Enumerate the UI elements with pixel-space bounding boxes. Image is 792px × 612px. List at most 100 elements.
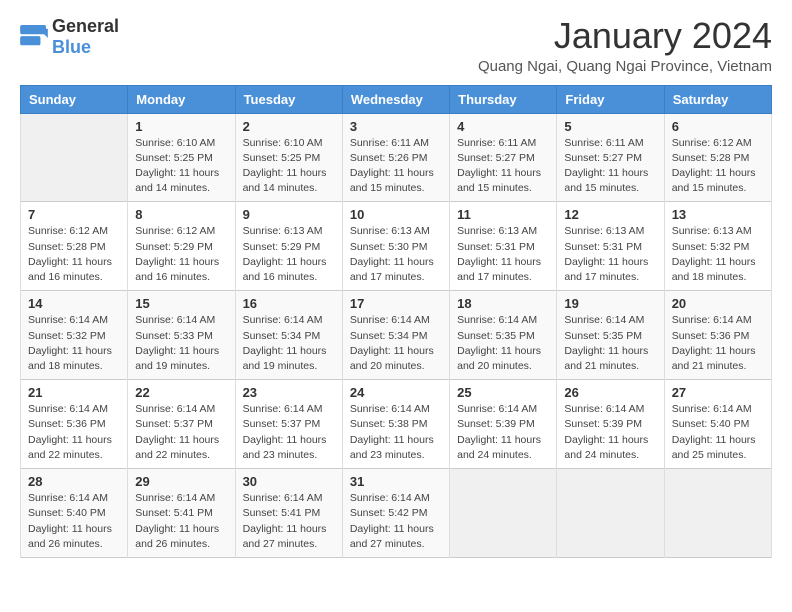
day-number: 29 [135, 474, 227, 489]
day-number: 10 [350, 207, 442, 222]
day-detail: Sunrise: 6:14 AMSunset: 5:34 PMDaylight:… [243, 313, 335, 374]
logo-general: General [52, 16, 119, 36]
day-number: 28 [28, 474, 120, 489]
day-detail: Sunrise: 6:14 AMSunset: 5:36 PMDaylight:… [672, 313, 764, 374]
week-row-5: 28Sunrise: 6:14 AMSunset: 5:40 PMDayligh… [21, 469, 772, 558]
calendar-cell: 8Sunrise: 6:12 AMSunset: 5:29 PMDaylight… [128, 202, 235, 291]
calendar-cell: 15 Sunrise: 6:14 AMSunset: 5:33 PMDayligh… [128, 291, 235, 380]
day-detail: Sunrise: 6:14 AMSunset: 5:35 PMDaylight:… [564, 313, 656, 374]
calendar-cell: 20 Sunrise: 6:14 AMSunset: 5:36 PMDayligh… [664, 291, 771, 380]
day-number: 23 [243, 385, 335, 400]
calendar-cell: 10 Sunrise: 6:13 AMSunset: 5:30 PMDayligh… [342, 202, 449, 291]
days-header-row: SundayMondayTuesdayWednesdayThursdayFrid… [21, 85, 772, 113]
day-detail: Sunrise: 6:13 AMSunset: 5:30 PMDaylight:… [350, 224, 442, 285]
day-number: 9 [243, 207, 335, 222]
calendar-cell: 2Sunrise: 6:10 AMSunset: 5:25 PMDaylight… [235, 113, 342, 202]
day-detail: Sunrise: 6:14 AMSunset: 5:34 PMDaylight:… [350, 313, 442, 374]
calendar-cell: 31 Sunrise: 6:14 AMSunset: 5:42 PMDayligh… [342, 469, 449, 558]
calendar-cell: 21 Sunrise: 6:14 AMSunset: 5:36 PMDayligh… [21, 380, 128, 469]
day-header-wednesday: Wednesday [342, 85, 449, 113]
day-number: 15 [135, 296, 227, 311]
calendar-table: SundayMondayTuesdayWednesdayThursdayFrid… [20, 85, 772, 558]
day-detail: Sunrise: 6:14 AMSunset: 5:41 PMDaylight:… [135, 491, 227, 552]
day-number: 11 [457, 207, 549, 222]
day-detail: Sunrise: 6:13 AMSunset: 5:31 PMDaylight:… [457, 224, 549, 285]
day-detail: Sunrise: 6:14 AMSunset: 5:37 PMDaylight:… [135, 402, 227, 463]
day-number: 30 [243, 474, 335, 489]
calendar-cell: 29 Sunrise: 6:14 AMSunset: 5:41 PMDayligh… [128, 469, 235, 558]
day-detail: Sunrise: 6:14 AMSunset: 5:35 PMDaylight:… [457, 313, 549, 374]
day-number: 7 [28, 207, 120, 222]
calendar-cell [557, 469, 664, 558]
calendar-cell: 19 Sunrise: 6:14 AMSunset: 5:35 PMDayligh… [557, 291, 664, 380]
day-number: 4 [457, 119, 549, 134]
day-header-friday: Friday [557, 85, 664, 113]
day-detail: Sunrise: 6:13 AMSunset: 5:29 PMDaylight:… [243, 224, 335, 285]
calendar-cell: 7 Sunrise: 6:12 AMSunset: 5:28 PMDaylight… [21, 202, 128, 291]
calendar-cell: 1Sunrise: 6:10 AMSunset: 5:25 PMDaylight… [128, 113, 235, 202]
day-number: 5 [564, 119, 656, 134]
day-detail: Sunrise: 6:14 AMSunset: 5:40 PMDaylight:… [672, 402, 764, 463]
calendar-cell [664, 469, 771, 558]
day-detail: Sunrise: 6:14 AMSunset: 5:33 PMDaylight:… [135, 313, 227, 374]
calendar-cell: 28Sunrise: 6:14 AMSunset: 5:40 PMDayligh… [21, 469, 128, 558]
day-detail: Sunrise: 6:14 AMSunset: 5:39 PMDaylight:… [564, 402, 656, 463]
day-detail: Sunrise: 6:14 AMSunset: 5:42 PMDaylight:… [350, 491, 442, 552]
day-number: 31 [350, 474, 442, 489]
calendar-cell: 24 Sunrise: 6:14 AMSunset: 5:38 PMDayligh… [342, 380, 449, 469]
day-detail: Sunrise: 6:14 AMSunset: 5:36 PMDaylight:… [28, 402, 120, 463]
day-detail: Sunrise: 6:11 AMSunset: 5:26 PMDaylight:… [350, 136, 442, 197]
calendar-cell: 26 Sunrise: 6:14 AMSunset: 5:39 PMDayligh… [557, 380, 664, 469]
day-detail: Sunrise: 6:14 AMSunset: 5:32 PMDaylight:… [28, 313, 120, 374]
day-number: 16 [243, 296, 335, 311]
day-detail: Sunrise: 6:14 AMSunset: 5:37 PMDaylight:… [243, 402, 335, 463]
day-header-thursday: Thursday [450, 85, 557, 113]
day-number: 24 [350, 385, 442, 400]
calendar-cell: 30 Sunrise: 6:14 AMSunset: 5:41 PMDayligh… [235, 469, 342, 558]
day-number: 26 [564, 385, 656, 400]
logo-blue: Blue [52, 37, 91, 57]
calendar-cell: 5Sunrise: 6:11 AMSunset: 5:27 PMDaylight… [557, 113, 664, 202]
day-header-saturday: Saturday [664, 85, 771, 113]
calendar-cell: 6Sunrise: 6:12 AMSunset: 5:28 PMDaylight… [664, 113, 771, 202]
month-title: January 2024 [478, 16, 772, 56]
logo-icon [20, 25, 48, 49]
week-row-1: 1Sunrise: 6:10 AMSunset: 5:25 PMDaylight… [21, 113, 772, 202]
calendar-cell: 4 Sunrise: 6:11 AMSunset: 5:27 PMDaylight… [450, 113, 557, 202]
day-number: 13 [672, 207, 764, 222]
day-number: 6 [672, 119, 764, 134]
day-number: 14 [28, 296, 120, 311]
day-number: 21 [28, 385, 120, 400]
day-header-monday: Monday [128, 85, 235, 113]
day-detail: Sunrise: 6:12 AMSunset: 5:29 PMDaylight:… [135, 224, 227, 285]
day-number: 17 [350, 296, 442, 311]
day-number: 27 [672, 385, 764, 400]
day-detail: Sunrise: 6:14 AMSunset: 5:41 PMDaylight:… [243, 491, 335, 552]
week-row-3: 14 Sunrise: 6:14 AMSunset: 5:32 PMDayligh… [21, 291, 772, 380]
calendar-cell: 14 Sunrise: 6:14 AMSunset: 5:32 PMDayligh… [21, 291, 128, 380]
day-number: 20 [672, 296, 764, 311]
title-section: January 2024 Quang Ngai, Quang Ngai Prov… [478, 16, 772, 75]
calendar-cell: 12Sunrise: 6:13 AMSunset: 5:31 PMDayligh… [557, 202, 664, 291]
calendar-cell: 18 Sunrise: 6:14 AMSunset: 5:35 PMDayligh… [450, 291, 557, 380]
calendar-cell: 22 Sunrise: 6:14 AMSunset: 5:37 PMDayligh… [128, 380, 235, 469]
calendar-cell: 23 Sunrise: 6:14 AMSunset: 5:37 PMDayligh… [235, 380, 342, 469]
day-detail: Sunrise: 6:12 AMSunset: 5:28 PMDaylight:… [28, 224, 120, 285]
day-detail: Sunrise: 6:10 AMSunset: 5:25 PMDaylight:… [243, 136, 335, 197]
day-number: 19 [564, 296, 656, 311]
day-number: 18 [457, 296, 549, 311]
day-number: 22 [135, 385, 227, 400]
day-detail: Sunrise: 6:13 AMSunset: 5:32 PMDaylight:… [672, 224, 764, 285]
calendar-cell: 27 Sunrise: 6:14 AMSunset: 5:40 PMDayligh… [664, 380, 771, 469]
calendar-cell [450, 469, 557, 558]
day-detail: Sunrise: 6:13 AMSunset: 5:31 PMDaylight:… [564, 224, 656, 285]
calendar-cell [21, 113, 128, 202]
day-detail: Sunrise: 6:11 AMSunset: 5:27 PMDaylight:… [457, 136, 549, 197]
day-detail: Sunrise: 6:14 AMSunset: 5:38 PMDaylight:… [350, 402, 442, 463]
day-detail: Sunrise: 6:14 AMSunset: 5:39 PMDaylight:… [457, 402, 549, 463]
calendar-cell: 13 Sunrise: 6:13 AMSunset: 5:32 PMDayligh… [664, 202, 771, 291]
calendar-cell: 25 Sunrise: 6:14 AMSunset: 5:39 PMDayligh… [450, 380, 557, 469]
day-number: 3 [350, 119, 442, 134]
day-detail: Sunrise: 6:10 AMSunset: 5:25 PMDaylight:… [135, 136, 227, 197]
day-number: 25 [457, 385, 549, 400]
